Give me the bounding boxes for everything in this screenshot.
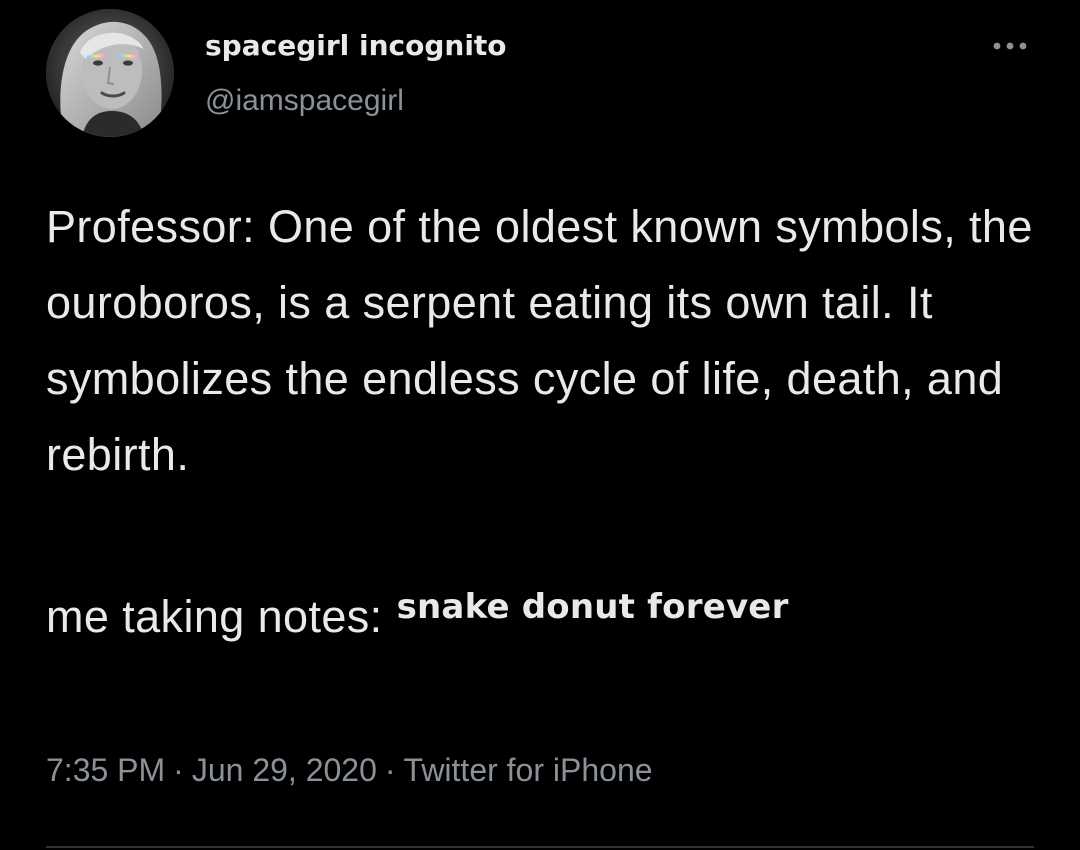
tweet-metadata: 7:35 PM · Jun 29, 2020 · Twitter for iPhone [46,752,653,789]
meta-separator: · [173,752,184,788]
more-horizontal-icon [993,42,1027,50]
tweet-paragraph: Professor: One of the oldest known symbo… [46,201,1033,480]
profile-photo-icon [46,9,174,137]
tweet-text: Professor: One of the oldest known symbo… [46,189,1046,655]
tweet-detail: spacegirl incognito @iamspacegirl Profes… [0,0,1080,850]
meta-separator: · [384,752,396,788]
tweet-source[interactable]: Twitter for iPhone [404,752,653,788]
tweet-time[interactable]: 7:35 PM [46,752,165,788]
author-display-name[interactable]: spacegirl incognito [205,29,507,62]
tweet-date[interactable]: Jun 29, 2020 [192,752,377,788]
avatar[interactable] [46,9,174,137]
notes-small-text: snake donut forever [396,587,789,627]
tweet-notes-line: me taking notes: snake donut forever [46,569,1046,655]
notes-lead-text: me taking notes: [46,591,383,642]
divider [46,846,1034,848]
author-handle[interactable]: @iamspacegirl [205,84,404,118]
more-options-button[interactable] [988,30,1034,60]
